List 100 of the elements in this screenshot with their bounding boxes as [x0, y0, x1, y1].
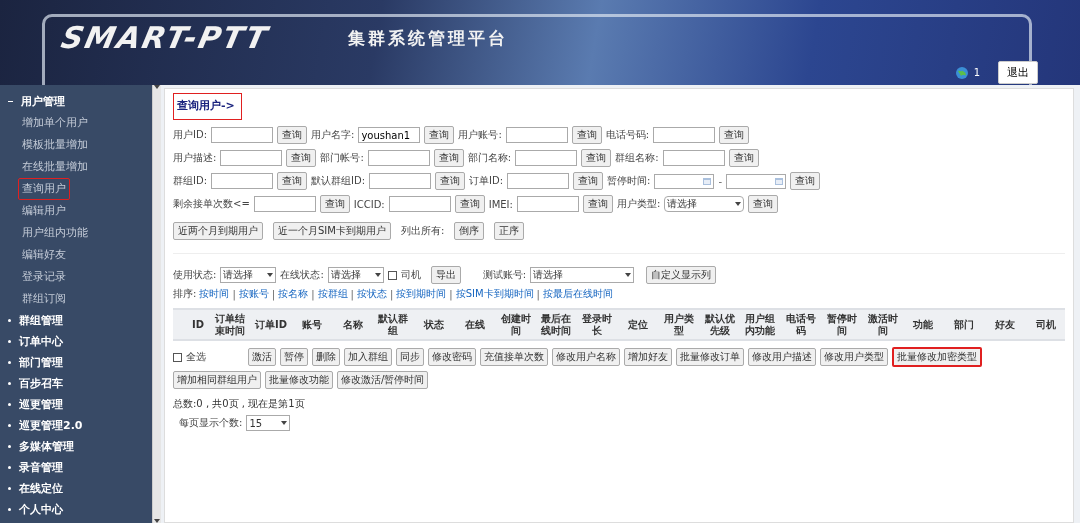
action-button[interactable]: 删除: [312, 348, 340, 366]
action-button[interactable]: 批量修改加密类型: [892, 347, 982, 367]
sidebar-group[interactable]: 巡更管理2.0: [19, 418, 83, 433]
text-field[interactable]: [515, 150, 578, 166]
sidebar-group[interactable]: 部门管理: [19, 355, 63, 370]
search-button[interactable]: 查询: [277, 126, 308, 144]
sidebar-item[interactable]: 在线批量增加: [18, 156, 92, 178]
column-header: 功能: [912, 318, 935, 331]
sidebar-item[interactable]: 查询用户: [18, 178, 70, 200]
date-field[interactable]: [654, 173, 715, 189]
export-button[interactable]: 导出: [430, 266, 461, 284]
action-button[interactable]: 批量修改订单: [676, 348, 744, 366]
action-button[interactable]: 修改用户名称: [552, 348, 620, 366]
search-button[interactable]: 查询: [728, 149, 759, 167]
field-label: 默认群组ID:: [311, 174, 366, 188]
search-button[interactable]: 查询: [286, 149, 317, 167]
search-button[interactable]: 查询: [435, 172, 466, 190]
sidebar-group[interactable]: 群组管理: [19, 313, 63, 328]
text-field[interactable]: [662, 150, 725, 166]
filter-button[interactable]: 近一个月SIM卡到期用户: [273, 222, 391, 240]
text-field[interactable]: [211, 127, 274, 143]
search-button[interactable]: 查询: [582, 195, 613, 213]
sort-link[interactable]: 按账号: [238, 287, 269, 301]
text-field[interactable]: [653, 127, 716, 143]
search-button[interactable]: 查询: [719, 126, 750, 144]
range-separator: -: [718, 175, 723, 187]
sort-label: 排序:: [173, 287, 197, 301]
sort-link[interactable]: 按最后在线时间: [542, 287, 613, 301]
action-button[interactable]: 同步: [396, 348, 424, 366]
text-field[interactable]: [220, 150, 283, 166]
sidebar-group[interactable]: 订单中心: [19, 334, 63, 349]
select-field[interactable]: 15: [246, 415, 291, 431]
select-field[interactable]: 请选择: [664, 196, 745, 212]
caret-icon: [267, 273, 274, 277]
text-field[interactable]: [211, 173, 274, 189]
sidebar-item[interactable]: 登录记录: [18, 266, 70, 288]
action-button[interactable]: 修改用户类型: [820, 348, 888, 366]
action-button[interactable]: 激活: [248, 348, 276, 366]
custom-columns-button[interactable]: 自定义显示列: [646, 266, 717, 284]
filter-button[interactable]: 近两个月到期用户: [173, 222, 263, 240]
search-button[interactable]: 查询: [571, 126, 602, 144]
sort-button[interactable]: 倒序: [454, 222, 485, 240]
action-button[interactable]: 修改密码: [428, 348, 476, 366]
search-button[interactable]: 查询: [581, 149, 612, 167]
action-button[interactable]: 增加相同群组用户: [173, 371, 261, 389]
text-field[interactable]: [505, 127, 568, 143]
sidebar-group[interactable]: 个人中心: [19, 502, 63, 517]
search-button[interactable]: 查询: [424, 126, 455, 144]
field-label: IMEI:: [488, 198, 513, 210]
text-field[interactable]: [253, 196, 316, 212]
search-button[interactable]: 查询: [454, 195, 485, 213]
sort-link[interactable]: 按SIM卡到期时间: [455, 287, 534, 301]
search-button[interactable]: 查询: [319, 195, 350, 213]
text-field[interactable]: [507, 173, 570, 189]
sidebar-group[interactable]: 多媒体管理: [19, 439, 74, 454]
search-button[interactable]: 查询: [573, 172, 604, 190]
sort-link[interactable]: 按状态: [356, 287, 387, 301]
action-button[interactable]: 增加好友: [624, 348, 672, 366]
sidebar-group[interactable]: 录音管理: [19, 460, 63, 475]
search-button[interactable]: 查询: [277, 172, 308, 190]
sort-link[interactable]: 按时间: [199, 287, 230, 301]
text-field[interactable]: [388, 196, 451, 212]
sort-link[interactable]: 按到期时间: [396, 287, 447, 301]
sidebar-item[interactable]: 用户组内功能: [18, 222, 92, 244]
select-field[interactable]: 请选择: [220, 267, 277, 283]
text-field[interactable]: youshan1: [358, 127, 421, 143]
sidebar-item[interactable]: 模板批量增加: [18, 134, 92, 156]
column-header: 部门: [953, 318, 976, 331]
logout-button[interactable]: 退出: [998, 61, 1038, 84]
search-button[interactable]: 查询: [748, 195, 779, 213]
select-field[interactable]: 请选择: [530, 267, 635, 283]
sort-button[interactable]: 正序: [494, 222, 525, 240]
text-field[interactable]: [369, 173, 432, 189]
action-button[interactable]: 暂停: [280, 348, 308, 366]
search-button[interactable]: 查询: [433, 149, 464, 167]
action-button[interactable]: 修改用户描述: [748, 348, 816, 366]
sidebar-item[interactable]: 编辑用户: [18, 200, 70, 222]
sort-link[interactable]: 按名称: [278, 287, 309, 301]
sort-link[interactable]: 按群组: [317, 287, 348, 301]
action-button[interactable]: 加入群组: [344, 348, 392, 366]
sidebar-item[interactable]: 编辑好友: [18, 244, 70, 266]
select-field[interactable]: 请选择: [327, 267, 384, 283]
sidebar-item[interactable]: 群组订阅: [18, 288, 70, 310]
checkbox[interactable]: [173, 352, 182, 362]
sidebar-group[interactable]: 用户管理: [21, 94, 65, 109]
checkbox[interactable]: [387, 270, 397, 280]
text-field[interactable]: [367, 150, 430, 166]
date-field[interactable]: [726, 173, 787, 189]
sidebar-group[interactable]: 巡更管理: [19, 397, 63, 412]
sidebar-group[interactable]: 在线定位: [19, 481, 63, 496]
text-field[interactable]: [516, 196, 579, 212]
action-button[interactable]: 批量修改功能: [265, 371, 333, 389]
link-separator: |: [536, 288, 540, 300]
field-label: 列出所有:: [400, 224, 445, 238]
sidebar-item[interactable]: 增加单个用户: [18, 112, 92, 134]
search-button[interactable]: 查询: [790, 172, 821, 190]
action-button[interactable]: 修改激活/暂停时间: [337, 371, 429, 389]
scrollbar[interactable]: [152, 85, 161, 523]
sidebar-group[interactable]: 百步召车: [19, 376, 63, 391]
action-button[interactable]: 充值接单次数: [480, 348, 548, 366]
